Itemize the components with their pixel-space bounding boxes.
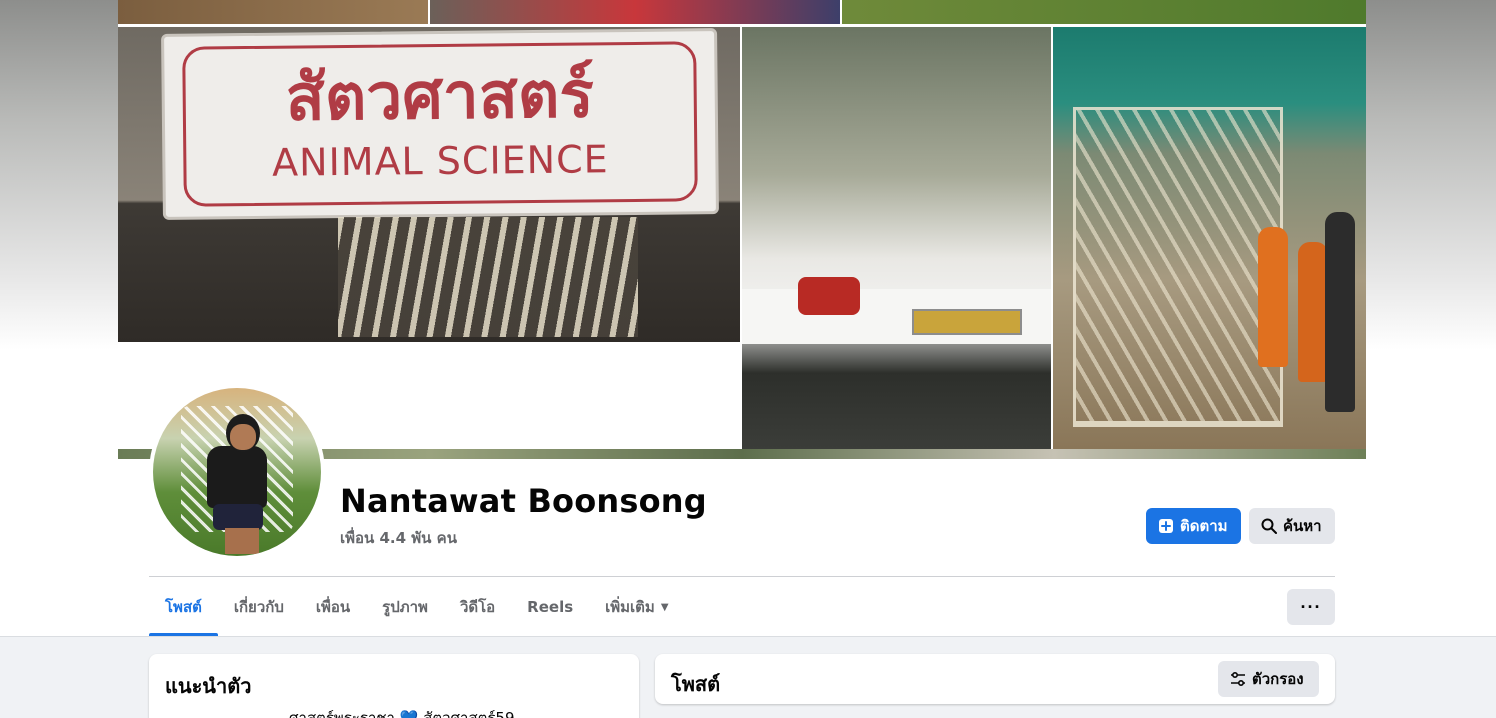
cover-panel-sign: สัตวศาสตร์ ANIMAL SCIENCE (118, 27, 740, 342)
profile-avatar[interactable] (149, 384, 325, 560)
follow-button[interactable]: ติดตาม (1146, 508, 1241, 544)
tab-label: โพสต์ (165, 598, 202, 616)
cover-panel-skeleton (1053, 27, 1366, 449)
caret-down-icon: ▼ (660, 601, 669, 613)
sign-thai-text: สัตวศาสตร์ (285, 58, 595, 136)
intro-title: แนะนำตัว (165, 674, 252, 698)
friends-count[interactable]: เพื่อน 4.4 พัน คน (340, 526, 457, 550)
tab-friends[interactable]: เพื่อน (300, 578, 366, 636)
avatar-image (153, 388, 321, 556)
follow-label: ติดตาม (1180, 517, 1228, 535)
search-icon (1261, 518, 1277, 534)
tab-label: รูปภาพ (382, 598, 428, 616)
tab-more[interactable]: เพิ่มเติม ▼ (589, 578, 684, 636)
cover-photo[interactable]: สัตวศาสตร์ ANIMAL SCIENCE (118, 0, 1366, 459)
header-divider (149, 576, 1335, 577)
tab-label: เพิ่มเติม (605, 598, 655, 616)
food-tray (912, 309, 1022, 335)
red-pot (798, 277, 860, 315)
posts-card: โพสต์ ตัวกรอง (655, 654, 1335, 704)
cover-top-strip (118, 0, 1366, 26)
search-button[interactable]: ค้นหา (1249, 508, 1335, 544)
intro-card: แนะนำตัว ศาสตร์พระราชา 💙 สัตวศาสตร์59 (149, 654, 639, 718)
tab-about[interactable]: เกี่ยวกับ (218, 578, 300, 636)
student-figure (1298, 242, 1328, 382)
filter-label: ตัวกรอง (1252, 670, 1304, 688)
animal-skeleton (1073, 107, 1283, 427)
sliders-icon (1230, 671, 1246, 687)
tab-label: เกี่ยวกับ (233, 598, 284, 616)
tab-label: Reels (527, 598, 574, 616)
profile-name: Nantawat Boonsong (340, 482, 707, 520)
header-bottom-line (0, 636, 1496, 637)
tab-posts[interactable]: โพสต์ (149, 578, 218, 636)
intro-bio: ศาสตร์พระราชา 💙 สัตวศาสตร์59 (289, 709, 515, 718)
skeleton-exhibit (338, 217, 638, 337)
tab-photos[interactable]: รูปภาพ (366, 578, 444, 636)
profile-tabs: โพสต์ เกี่ยวกับ เพื่อน รูปภาพ วิดีโอ Ree… (149, 578, 685, 636)
tab-videos[interactable]: วิดีโอ (444, 578, 511, 636)
sign-english-text: ANIMAL SCIENCE (271, 137, 609, 185)
cover-panel-students (742, 27, 1051, 449)
posts-title: โพสต์ (671, 672, 721, 696)
filter-button[interactable]: ตัวกรอง (1218, 661, 1319, 697)
animal-science-sign: สัตวศาสตร์ ANIMAL SCIENCE (161, 28, 719, 220)
student-figure (1325, 212, 1355, 412)
tab-label: วิดีโอ (459, 598, 496, 616)
more-options-button[interactable]: ··· (1287, 589, 1335, 625)
follow-plus-icon (1158, 518, 1174, 534)
search-label: ค้นหา (1283, 517, 1322, 535)
tab-label: เพื่อน (315, 598, 351, 616)
student-figure (1258, 227, 1288, 367)
tab-reels[interactable]: Reels (511, 578, 589, 636)
